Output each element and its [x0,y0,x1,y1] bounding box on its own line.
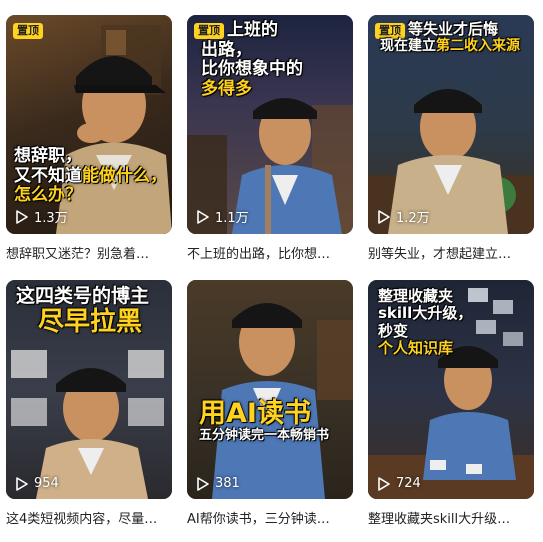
video-card[interactable]: 这四类号的博主 尽早拉黑 954 这4类短视频内容，尽量… [6,280,172,527]
video-caption[interactable]: 整理收藏夹skill大升级… [368,508,534,527]
video-thumbnail[interactable]: 用AI读书 五分钟读完一本畅销书 381 [187,280,353,499]
video-thumbnail[interactable]: 整理收藏夹 skill大升级， 秒变 个人知识库 724 [368,280,534,499]
view-count: 724 [378,476,421,491]
thumbnail-title: 想辞职， 又不知道能做什么， 怎么办？ [14,146,167,206]
thumbnail-title: 上班的 出路， 比你想象中的 多得多 [201,20,303,99]
thumbnail-title: 等失业才后悔 现在建立第二收入来源 [380,20,520,55]
video-card[interactable]: 置顶 想辞职， 又不知道能做什么， 怎么办？ 1.3万 想辞职又迷茫？别急着… [6,15,172,262]
view-count: 381 [197,476,240,491]
video-caption[interactable]: 这4类短视频内容，尽量… [6,508,172,527]
play-icon [197,209,209,224]
video-caption[interactable]: AI帮你读书，三分钟读… [187,508,353,527]
view-count: 1.1万 [197,207,249,226]
person-illustration [212,303,353,499]
video-caption[interactable]: 别等失业，才想起建立… [368,243,534,262]
video-card[interactable]: 置顶 等失业才后悔 现在建立第二收入来源 1.2万 别等失业，才想起建立… [368,15,534,262]
play-icon [16,476,28,491]
video-thumbnail[interactable]: 置顶 上班的 出路， 比你想象中的 多得多 1.1万 [187,15,353,234]
thumbnail-title: 整理收藏夹 skill大升级， 秒变 个人知识库 [378,287,473,357]
video-thumbnail[interactable]: 这四类号的博主 尽早拉黑 954 [6,280,172,499]
video-thumbnail[interactable]: 置顶 想辞职， 又不知道能做什么， 怎么办？ 1.3万 [6,15,172,234]
play-icon [16,209,28,224]
view-count: 954 [16,476,59,491]
pinned-badge: 置顶 [13,23,43,39]
play-icon [378,476,390,491]
thumbnail-title: 这四类号的博主 尽早拉黑 [16,285,150,337]
view-count: 1.3万 [16,207,68,226]
video-card[interactable]: 用AI读书 五分钟读完一本畅销书 381 AI帮你读书，三分钟读… [187,280,353,527]
video-card[interactable]: 置顶 上班的 出路， 比你想象中的 多得多 1.1万 不上班的出路，比你想… [187,15,353,262]
video-grid: 置顶 想辞职， 又不知道能做什么， 怎么办？ 1.3万 想辞职又迷茫？别急着… [0,0,543,542]
view-count: 1.2万 [378,207,430,226]
video-caption[interactable]: 不上班的出路，比你想… [187,243,353,262]
video-thumbnail[interactable]: 置顶 等失业才后悔 现在建立第二收入来源 1.2万 [368,15,534,234]
video-card[interactable]: 整理收藏夹 skill大升级， 秒变 个人知识库 724 整理收藏夹skill大… [368,280,534,527]
play-icon [197,476,209,491]
video-caption[interactable]: 想辞职又迷茫？别急着… [6,243,172,262]
thumbnail-title: 用AI读书 五分钟读完一本畅销书 [199,398,330,444]
play-icon [378,209,390,224]
